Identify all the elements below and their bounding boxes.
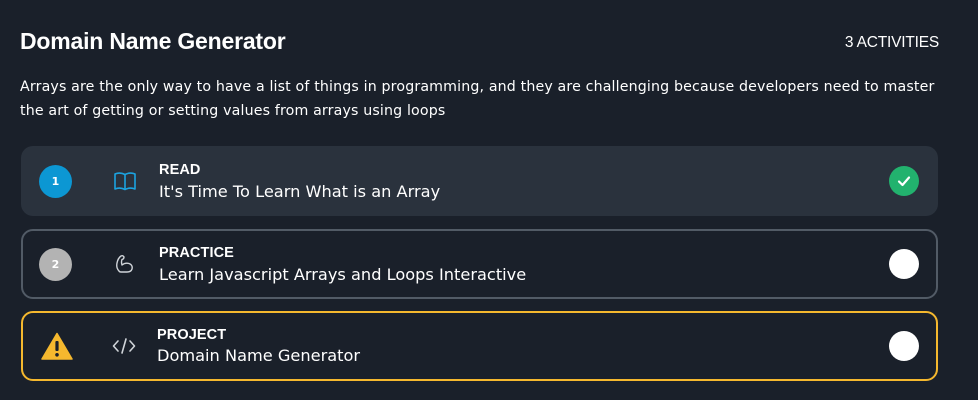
- empty-circle-icon[interactable]: [889, 331, 919, 361]
- module-description: Arrays are the only way to have a list o…: [20, 79, 935, 119]
- completed-status[interactable]: [889, 166, 919, 196]
- code-brackets-icon: [112, 338, 136, 354]
- activity-card-practice[interactable]: 2 PRACTICE Learn Javascript Arrays and L…: [21, 229, 938, 299]
- book-icon: [114, 172, 136, 191]
- step-number-badge: 1: [39, 165, 72, 198]
- activity-type: PRACTICE: [159, 245, 234, 261]
- empty-circle-icon[interactable]: [889, 249, 919, 279]
- activity-title[interactable]: Learn Javascript Arrays and Loops Intera…: [159, 265, 526, 284]
- warning-icon: [41, 332, 73, 360]
- activity-type: READ: [159, 162, 201, 178]
- activity-count: 3 ACTIVITIES: [844, 34, 939, 51]
- page-title: Domain Name Generator: [20, 28, 286, 54]
- activity-card-read[interactable]: 1 READ It's Time To Learn What is an Arr…: [21, 146, 938, 216]
- activity-card-project[interactable]: PROJECT Domain Name Generator: [21, 311, 938, 381]
- activity-type: PROJECT: [157, 327, 227, 343]
- flexed-arm-icon: [116, 254, 133, 273]
- activity-title[interactable]: Domain Name Generator: [157, 346, 360, 365]
- activity-title[interactable]: It's Time To Learn What is an Array: [159, 182, 440, 201]
- checkmark-icon: [897, 176, 911, 187]
- step-number-badge: 2: [39, 248, 72, 281]
